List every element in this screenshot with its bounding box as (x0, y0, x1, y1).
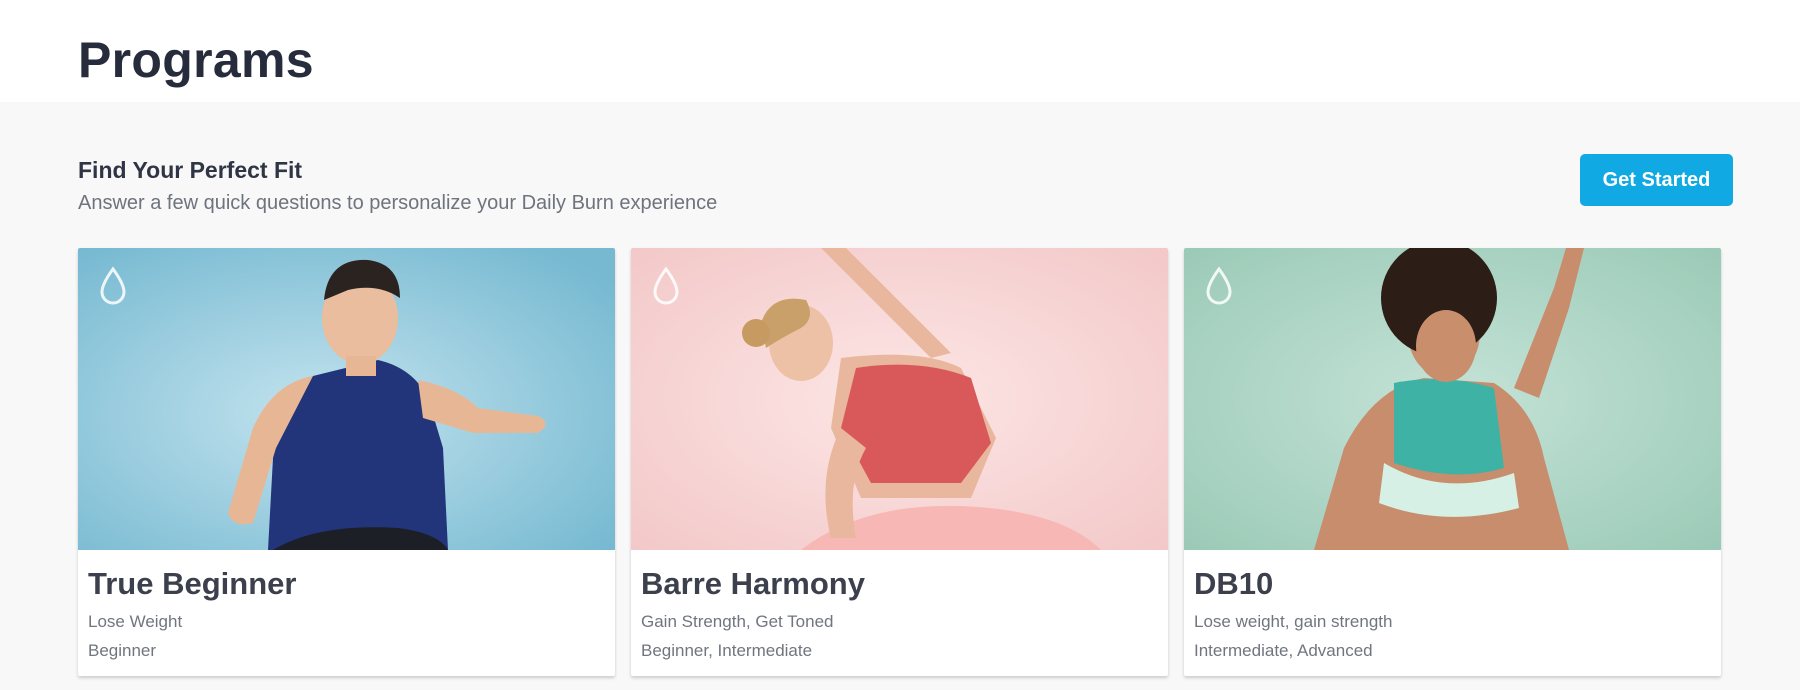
program-title: DB10 (1194, 566, 1274, 601)
program-image (1184, 248, 1721, 550)
program-level: Intermediate, Advanced (1194, 641, 1373, 660)
program-goal: Lose Weight (88, 612, 183, 631)
program-goal: Gain Strength, Get Toned (641, 612, 834, 631)
drop-logo-icon (653, 266, 679, 305)
finder-subtitle: Answer a few quick questions to personal… (78, 192, 718, 214)
program-goal: Lose weight, gain strength (1194, 612, 1393, 631)
program-card-db10[interactable]: DB10 Lose weight, gain strength Intermed… (1184, 248, 1721, 676)
program-level: Beginner (88, 641, 157, 660)
trainer-photo (631, 248, 1168, 550)
program-card-barre-harmony[interactable]: Barre Harmony Gain Strength, Get Toned B… (631, 248, 1168, 676)
page-header: Programs (0, 0, 1800, 102)
get-started-button[interactable]: Get Started (1580, 154, 1733, 206)
perfect-fit-banner: Find Your Perfect Fit Answer a few quick… (78, 156, 1728, 216)
program-card-true-beginner[interactable]: True Beginner Lose Weight Beginner (78, 248, 615, 676)
finder-title: Find Your Perfect Fit (78, 157, 303, 183)
trainer-photo (78, 248, 615, 550)
program-title: True Beginner (88, 566, 297, 601)
drop-logo-icon (1206, 266, 1232, 305)
trainer-photo (1184, 248, 1721, 550)
page-title: Programs (78, 32, 314, 88)
drop-logo-icon (100, 266, 126, 305)
program-image (78, 248, 615, 550)
program-level: Beginner, Intermediate (641, 641, 813, 660)
program-cards: True Beginner Lose Weight Beginner Barre… (78, 248, 1722, 676)
program-title: Barre Harmony (641, 566, 865, 601)
program-image (631, 248, 1168, 550)
